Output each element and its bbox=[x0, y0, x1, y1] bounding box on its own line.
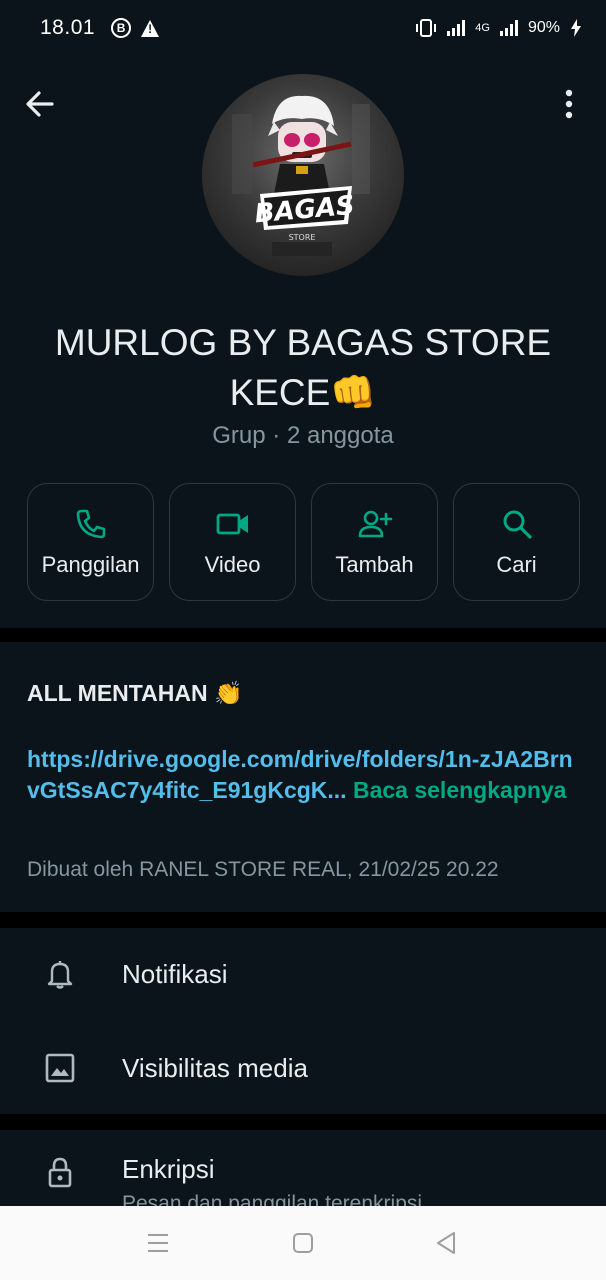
status-bar: 18.01 B 4G 90% bbox=[0, 0, 606, 56]
group-avatar[interactable]: BAGAS STORE bbox=[202, 74, 404, 276]
section-divider bbox=[0, 912, 606, 928]
search-label: Cari bbox=[496, 552, 537, 577]
read-more-link[interactable]: Baca selengkapnya bbox=[353, 777, 567, 803]
description-text: https://drive.google.com/drive/folders/1… bbox=[27, 744, 579, 806]
avatar-logo: BAGAS bbox=[253, 186, 356, 230]
add-member-button[interactable]: Tambah bbox=[311, 483, 438, 601]
signal-icon-2 bbox=[499, 20, 518, 36]
svg-text:STORE: STORE bbox=[289, 233, 316, 242]
video-icon bbox=[216, 513, 248, 535]
description-title: ALL MENTAHAN 👏 bbox=[27, 680, 243, 706]
encryption-subtitle: Pesan dan panggilan terenkripsi... bbox=[122, 1192, 440, 1206]
image-icon bbox=[45, 1053, 75, 1083]
charging-icon bbox=[571, 19, 581, 37]
back-arrow-icon[interactable] bbox=[22, 86, 58, 122]
video-button[interactable]: Video bbox=[169, 483, 296, 601]
search-icon bbox=[503, 510, 532, 539]
battery-level: 90% bbox=[527, 19, 560, 36]
add-member-label: Tambah bbox=[335, 552, 414, 577]
encryption-row[interactable]: Enkripsi Pesan dan panggilan terenkripsi… bbox=[0, 1130, 606, 1206]
signal-icon bbox=[447, 20, 466, 36]
created-by-info: Dibuat oleh RANEL STORE REAL, 21/02/25 2… bbox=[27, 858, 499, 881]
warning-icon bbox=[141, 19, 160, 37]
bell-icon bbox=[47, 961, 73, 989]
back-nav-icon[interactable] bbox=[434, 1230, 458, 1256]
more-options-icon[interactable] bbox=[556, 86, 582, 122]
settings-section: Notifikasi Visibilitas media bbox=[0, 928, 606, 1114]
encryption-label: Enkripsi bbox=[122, 1154, 215, 1184]
call-label: Panggilan bbox=[41, 552, 140, 577]
group-name[interactable]: MURLOG BY BAGAS STORE KECE👊 bbox=[30, 318, 576, 418]
group-description[interactable]: ALL MENTAHAN 👏 https://drive.google.com/… bbox=[0, 642, 606, 912]
section-divider bbox=[0, 1114, 606, 1130]
search-button[interactable]: Cari bbox=[453, 483, 580, 601]
status-time: 18.01 bbox=[40, 16, 96, 39]
notifications-row[interactable]: Notifikasi bbox=[0, 928, 606, 1020]
section-divider bbox=[0, 628, 606, 642]
media-visibility-row[interactable]: Visibilitas media bbox=[0, 1022, 606, 1114]
call-button[interactable]: Panggilan bbox=[27, 483, 154, 601]
phone-icon bbox=[76, 509, 105, 539]
add-person-icon bbox=[358, 510, 392, 538]
system-nav-bar bbox=[0, 1206, 606, 1280]
home-icon[interactable] bbox=[292, 1232, 314, 1254]
lock-icon bbox=[48, 1157, 72, 1188]
media-visibility-label: Visibilitas media bbox=[122, 1052, 308, 1083]
action-buttons: Panggilan Video Tambah Cari bbox=[27, 483, 580, 601]
group-member-count: Grup · 2 anggota bbox=[212, 422, 394, 449]
recent-apps-icon[interactable] bbox=[146, 1232, 170, 1254]
video-label: Video bbox=[204, 552, 261, 577]
b-notification-icon: B bbox=[111, 18, 132, 38]
vibrate-icon bbox=[416, 19, 437, 37]
notifications-label: Notifikasi bbox=[122, 958, 228, 989]
group-header: BAGAS STORE MURLOG BY BAGAS STORE KECE👊 … bbox=[0, 56, 606, 632]
network-type: 4G bbox=[475, 22, 490, 34]
